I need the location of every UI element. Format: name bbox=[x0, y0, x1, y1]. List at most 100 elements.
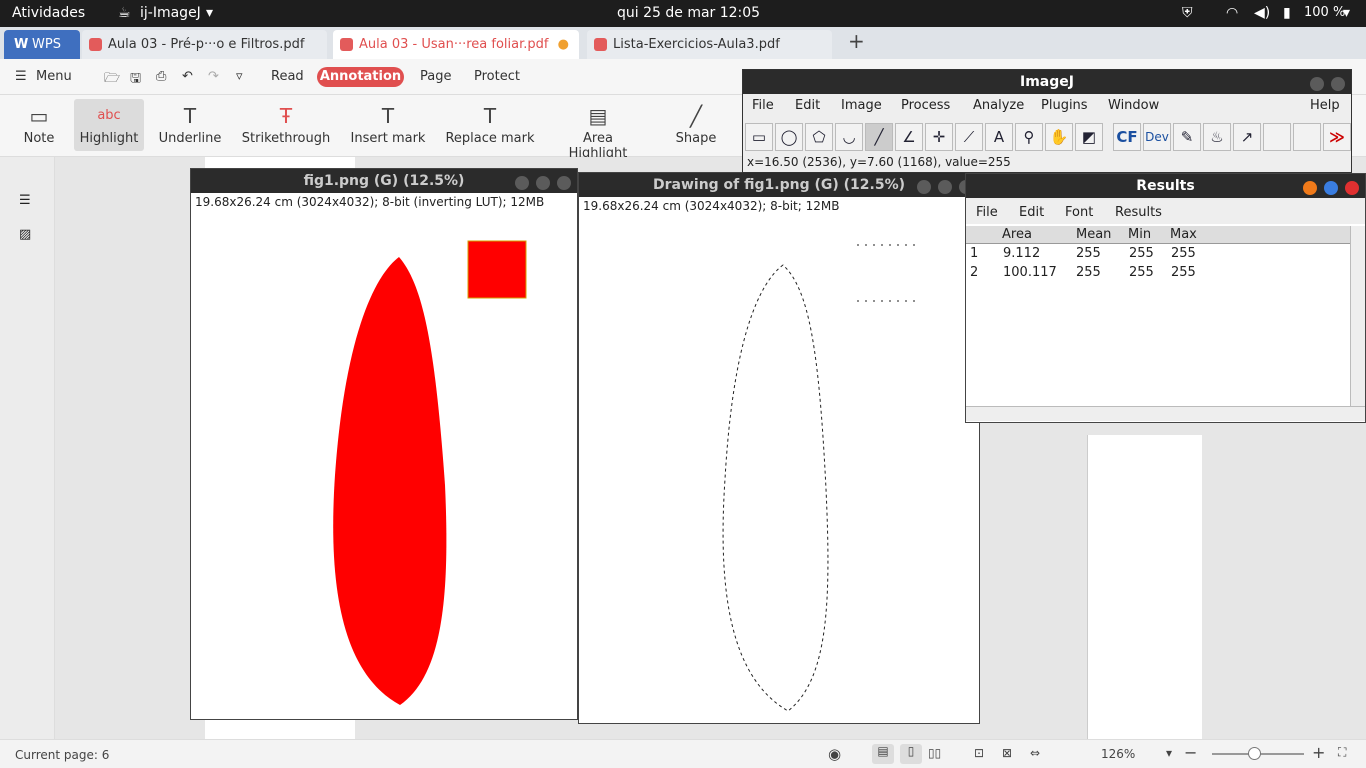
col-min[interactable]: Min bbox=[1128, 227, 1151, 242]
menu-button[interactable]: Menu bbox=[36, 69, 72, 84]
strikethrough-button[interactable]: Ŧ Strikethrough bbox=[240, 99, 332, 151]
menu-page[interactable]: Page bbox=[420, 69, 451, 84]
table-row[interactable]: 2 100.117 255 255 255 bbox=[966, 265, 1350, 283]
replace-mark-button[interactable]: T Replace mark bbox=[444, 99, 536, 151]
results-window[interactable]: Results File Edit Font Results Area Mean… bbox=[965, 173, 1366, 423]
outline-icon[interactable]: ☰ bbox=[19, 193, 31, 208]
fit-width-icon[interactable]: ⇔ bbox=[1030, 746, 1040, 760]
ij-menu-process[interactable]: Process bbox=[901, 98, 950, 113]
dev-tool[interactable]: Dev bbox=[1143, 123, 1171, 151]
col-max[interactable]: Max bbox=[1170, 227, 1197, 242]
minimize-icon[interactable] bbox=[917, 180, 931, 194]
menu-read[interactable]: Read bbox=[271, 69, 304, 84]
fit-page-icon[interactable]: ⊠ bbox=[1002, 746, 1012, 760]
tab-document-2[interactable]: Aula 03 - Usan···rea foliar.pdf ● bbox=[333, 30, 579, 59]
ij-menu-edit[interactable]: Edit bbox=[795, 98, 820, 113]
ij-menu-analyze[interactable]: Analyze bbox=[973, 98, 1024, 113]
drawing-title[interactable]: Drawing of fig1.png (G) (12.5%) bbox=[579, 173, 979, 197]
tab-wps[interactable]: W WPS bbox=[4, 30, 80, 59]
maximize-icon[interactable] bbox=[938, 180, 952, 194]
wand-tool-icon[interactable]: ⟋ bbox=[955, 123, 983, 151]
hamburger-icon[interactable]: ☰ bbox=[15, 69, 27, 84]
eye-icon[interactable]: ◉ bbox=[828, 745, 841, 763]
maximize-icon[interactable] bbox=[536, 176, 550, 190]
vertical-scrollbar[interactable] bbox=[1350, 226, 1365, 406]
close-icon[interactable] bbox=[1331, 77, 1345, 91]
empty-tool-slot[interactable] bbox=[1263, 123, 1291, 151]
new-tab-icon[interactable]: + bbox=[848, 29, 865, 53]
zoom-out-icon[interactable]: − bbox=[1184, 743, 1197, 762]
drawing-canvas[interactable] bbox=[583, 219, 963, 721]
brush-tool-icon[interactable]: ✎ bbox=[1173, 123, 1201, 151]
dropper-tool-icon[interactable]: ◩ bbox=[1075, 123, 1103, 151]
customize-icon[interactable]: ▿ bbox=[236, 69, 243, 84]
two-page-icon[interactable]: ▯▯ bbox=[928, 746, 941, 760]
print-icon[interactable]: ⎙ bbox=[156, 69, 166, 84]
angle-tool-icon[interactable]: ∠ bbox=[895, 123, 923, 151]
imagej-title[interactable]: ImageJ bbox=[743, 70, 1351, 94]
zoom-slider-handle[interactable] bbox=[1248, 747, 1261, 760]
text-tool-icon[interactable]: A bbox=[985, 123, 1013, 151]
shape-button[interactable]: ╱ Shape bbox=[670, 99, 722, 151]
fig1-title[interactable]: fig1.png (G) (12.5%) bbox=[191, 169, 577, 193]
drawing-image-window[interactable]: Drawing of fig1.png (G) (12.5%) 19.68x26… bbox=[578, 172, 980, 724]
col-area[interactable]: Area bbox=[1002, 227, 1032, 242]
underline-button[interactable]: T Underline bbox=[156, 99, 224, 151]
close-icon[interactable] bbox=[1345, 181, 1359, 195]
zoom-in-icon[interactable]: + bbox=[1312, 743, 1325, 762]
app-menu[interactable]: ij-ImageJ bbox=[140, 5, 201, 21]
tab-document-3[interactable]: Lista-Exercicios-Aula3.pdf bbox=[587, 30, 832, 59]
res-menu-edit[interactable]: Edit bbox=[1019, 205, 1044, 220]
hand-tool-icon[interactable]: ✋ bbox=[1045, 123, 1073, 151]
fig1-canvas[interactable] bbox=[195, 215, 575, 717]
area-highlight-button[interactable]: ▤ Area Highlight bbox=[552, 99, 644, 161]
more-tools-icon[interactable]: ≫ bbox=[1323, 123, 1351, 151]
note-button[interactable]: ▭ Note bbox=[14, 99, 64, 151]
save-icon[interactable]: 🖫 bbox=[130, 69, 141, 91]
ij-menu-help[interactable]: Help bbox=[1310, 98, 1340, 113]
activities-button[interactable]: Atividades bbox=[12, 5, 85, 21]
menu-annotation[interactable]: Annotation bbox=[317, 67, 404, 87]
imagej-main-window[interactable]: ImageJ File Edit Image Process Analyze P… bbox=[742, 69, 1352, 173]
open-icon[interactable]: 🗁 bbox=[104, 69, 120, 91]
freehand-tool-icon[interactable]: ◡ bbox=[835, 123, 863, 151]
system-menu-icon[interactable]: ▾ bbox=[1343, 5, 1350, 21]
results-title[interactable]: Results bbox=[966, 174, 1365, 198]
undo-icon[interactable]: ↶ bbox=[182, 69, 193, 84]
col-mean[interactable]: Mean bbox=[1076, 227, 1111, 242]
rectangle-tool-icon[interactable]: ▭ bbox=[745, 123, 773, 151]
minimize-icon[interactable] bbox=[1310, 77, 1324, 91]
maximize-icon[interactable] bbox=[1324, 181, 1338, 195]
point-tool-icon[interactable]: ✛ bbox=[925, 123, 953, 151]
line-tool-icon[interactable]: ╱ bbox=[865, 123, 893, 151]
res-menu-file[interactable]: File bbox=[976, 205, 998, 220]
redo-icon[interactable]: ↷ bbox=[208, 69, 219, 84]
res-menu-results[interactable]: Results bbox=[1115, 205, 1162, 220]
fig1-image-window[interactable]: fig1.png (G) (12.5%) 19.68x26.24 cm (302… bbox=[190, 168, 578, 720]
ij-menu-window[interactable]: Window bbox=[1108, 98, 1159, 113]
single-page-icon[interactable]: ▯ bbox=[900, 744, 922, 764]
menu-protect[interactable]: Protect bbox=[474, 69, 520, 84]
magnifier-tool-icon[interactable]: ⚲ bbox=[1015, 123, 1043, 151]
res-menu-font[interactable]: Font bbox=[1065, 205, 1093, 220]
arrow-tool-icon[interactable]: ↗ bbox=[1233, 123, 1261, 151]
oval-tool-icon[interactable]: ◯ bbox=[775, 123, 803, 151]
ij-menu-file[interactable]: File bbox=[752, 98, 774, 113]
minimize-icon[interactable] bbox=[1303, 181, 1317, 195]
zoom-dropdown-icon[interactable]: ▾ bbox=[1166, 746, 1172, 760]
ij-menu-plugins[interactable]: Plugins bbox=[1041, 98, 1088, 113]
table-row[interactable]: 1 9.112 255 255 255 bbox=[966, 246, 1350, 264]
ij-menu-image[interactable]: Image bbox=[841, 98, 882, 113]
empty-tool-slot[interactable] bbox=[1293, 123, 1321, 151]
continuous-view-icon[interactable]: ▤ bbox=[872, 744, 894, 764]
actual-size-icon[interactable]: ⊡ bbox=[974, 746, 984, 760]
horizontal-scrollbar[interactable] bbox=[966, 406, 1365, 421]
tab-document-1[interactable]: Aula 03 - Pré-p···o e Filtros.pdf bbox=[82, 30, 327, 59]
flood-fill-tool-icon[interactable]: ♨ bbox=[1203, 123, 1231, 151]
clock[interactable]: qui 25 de mar 12:05 bbox=[617, 5, 760, 21]
minimize-icon[interactable] bbox=[515, 176, 529, 190]
zoom-level[interactable]: 126% bbox=[1101, 747, 1135, 761]
insert-mark-button[interactable]: T Insert mark bbox=[348, 99, 428, 151]
image-icon[interactable]: ▨ bbox=[19, 227, 31, 242]
close-icon[interactable] bbox=[557, 176, 571, 190]
